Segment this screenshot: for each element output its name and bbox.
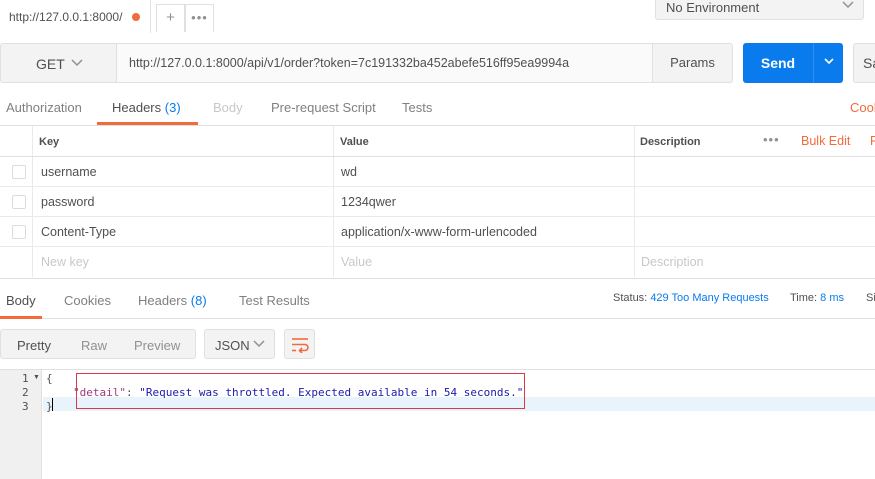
table-row: username wd [0, 157, 875, 187]
size-label: Si [866, 292, 875, 304]
environment-select[interactable]: No Environment [655, 0, 864, 20]
tab-headers-label: Headers [112, 100, 162, 115]
annotation-highlight-box [76, 373, 525, 409]
pretty-button[interactable]: Pretty [17, 338, 51, 353]
line-number: 1 [22, 372, 29, 385]
response-tab-headers[interactable]: Headers (8) [138, 293, 207, 308]
status-label: Status: [613, 292, 648, 304]
fold-toggle-icon[interactable]: ▼ [33, 374, 40, 381]
request-tab[interactable]: http://127.0.0.1:8000/ [0, 0, 151, 33]
table-header: Key Value Description ••• Bulk Edit P [0, 126, 875, 157]
presets-button[interactable]: P [870, 134, 875, 148]
column-header-value: Value [340, 136, 369, 148]
format-mode-group: Pretty Raw Preview [0, 329, 196, 359]
chevron-down-icon [253, 340, 265, 348]
table-row: Content-Type application/x-www-form-urle… [0, 217, 875, 247]
header-key-cell[interactable]: username [41, 165, 97, 179]
line-number: 2 [22, 386, 29, 399]
column-header-key: Key [39, 136, 60, 148]
wrap-lines-icon [292, 338, 309, 353]
active-tab-indicator [97, 122, 198, 125]
header-value-cell[interactable]: application/x-www-form-urlencoded [341, 225, 537, 239]
unsaved-dot-icon [132, 13, 140, 21]
active-response-tab-indicator [0, 316, 42, 319]
cookies-link[interactable]: Cook [850, 100, 875, 115]
tab-tests[interactable]: Tests [402, 100, 432, 115]
row-checkbox[interactable] [12, 165, 26, 179]
row-checkbox[interactable] [12, 195, 26, 209]
new-description-input[interactable]: Description [641, 255, 704, 269]
chevron-down-icon [824, 58, 834, 65]
send-options-button[interactable] [813, 43, 843, 83]
status-info: Status: 429 Too Many Requests [613, 292, 769, 304]
method-select[interactable]: GET [0, 43, 117, 83]
new-tab-button[interactable]: + [156, 4, 185, 32]
text-cursor [52, 398, 53, 411]
request-tabs: Authorization Headers (3) Body Pre-reque… [0, 93, 875, 126]
save-button[interactable]: Sa [853, 43, 875, 83]
language-select[interactable]: JSON [204, 329, 275, 359]
preview-button[interactable]: Preview [134, 338, 180, 353]
request-tab-label: http://127.0.0.1:8000/ [9, 10, 123, 24]
send-button[interactable]: Send [743, 43, 813, 83]
chevron-down-icon [71, 59, 83, 67]
new-value-input[interactable]: Value [341, 255, 372, 269]
header-key-cell[interactable]: password [41, 195, 95, 209]
params-button[interactable]: Params [652, 43, 733, 83]
wrap-lines-button[interactable] [284, 329, 315, 359]
time-info: Time: 8 ms [790, 292, 844, 304]
chevron-down-icon [842, 1, 854, 9]
line-number: 3 [22, 400, 29, 413]
environment-select-value: No Environment [666, 0, 760, 15]
tab-authorization[interactable]: Authorization [6, 100, 82, 115]
tab-pre-request-script[interactable]: Pre-request Script [271, 100, 376, 115]
tab-more-button[interactable]: ••• [185, 4, 214, 32]
table-more-button[interactable]: ••• [763, 132, 780, 147]
status-value[interactable]: 429 Too Many Requests [650, 292, 768, 304]
json-open-brace: { [46, 372, 53, 385]
table-row: password 1234qwer [0, 187, 875, 217]
new-row: New key Value Description [0, 247, 875, 277]
line-number-gutter: 1 ▼ 2 3 [0, 370, 42, 479]
row-checkbox[interactable] [12, 225, 26, 239]
header-key-cell[interactable]: Content-Type [41, 225, 116, 239]
header-value-cell[interactable]: wd [341, 165, 357, 179]
tab-body[interactable]: Body [213, 100, 243, 115]
tab-headers-count: (3) [164, 100, 181, 115]
response-tab-test-results[interactable]: Test Results [239, 293, 310, 308]
header-value-cell[interactable]: 1234qwer [341, 195, 396, 209]
url-input-value: http://127.0.0.1:8000/api/v1/order?token… [129, 56, 570, 70]
response-tab-headers-label: Headers [138, 293, 188, 308]
top-tab-bar: http://127.0.0.1:8000/ + ••• No Environm… [0, 0, 875, 33]
bulk-edit-button[interactable]: Bulk Edit [801, 134, 850, 148]
language-select-value: JSON [215, 338, 250, 353]
response-tab-cookies[interactable]: Cookies [64, 293, 111, 308]
tab-headers[interactable]: Headers (3) [112, 100, 181, 115]
time-label: Time: [790, 292, 818, 304]
new-key-input[interactable]: New key [41, 255, 89, 269]
column-header-description: Description [640, 136, 701, 148]
response-tab-body[interactable]: Body [6, 293, 36, 308]
url-input[interactable]: http://127.0.0.1:8000/api/v1/order?token… [117, 43, 653, 83]
time-value[interactable]: 8 ms [820, 292, 844, 304]
response-tabs: Body Cookies Headers (8) Test Results St… [0, 278, 875, 319]
method-select-value: GET [36, 56, 65, 72]
raw-button[interactable]: Raw [81, 338, 107, 353]
response-tab-headers-count: (8) [190, 293, 207, 308]
